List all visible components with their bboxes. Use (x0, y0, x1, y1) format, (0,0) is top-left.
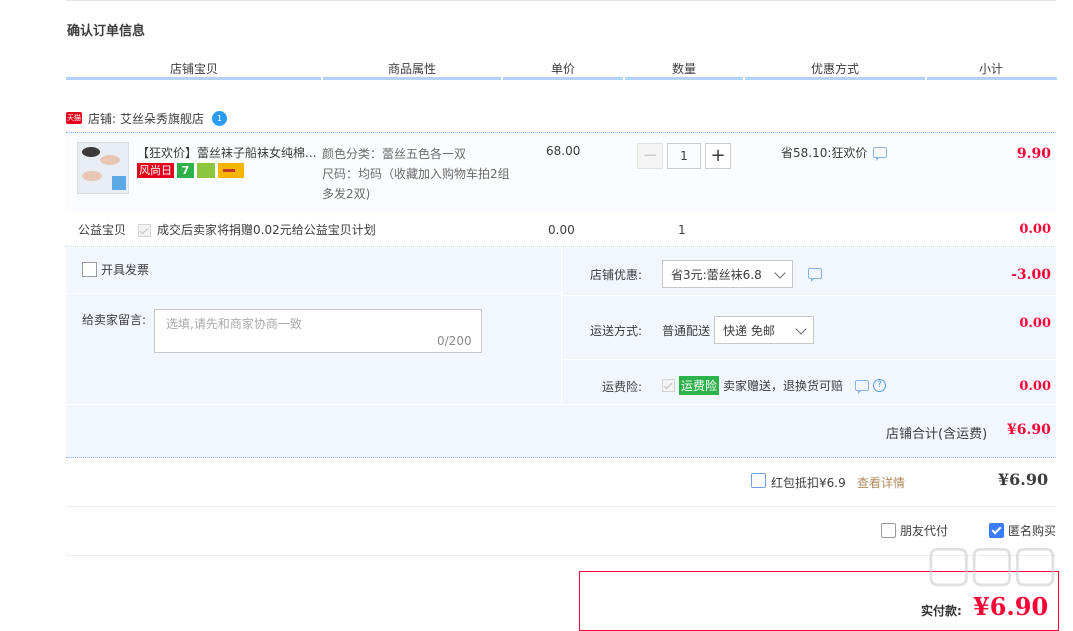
shipping-amount: 0.00 (1019, 316, 1051, 331)
fashion-day-badge: 风尚日 (137, 163, 174, 178)
message-char-count: 0/200 (437, 334, 472, 348)
divider (66, 293, 561, 294)
invoice-checkbox[interactable] (82, 262, 97, 277)
message-label: 给卖家留言: (82, 313, 147, 327)
charity-label: 公益宝贝 (78, 223, 127, 237)
seven-day-return-icon: 7 (177, 163, 194, 178)
shop-row: 天猫 店铺: 艾丝朵秀旗舰店 1 (66, 106, 228, 130)
insurance-label: 运费险: (601, 380, 642, 394)
insurance-option: 运费险 卖家赠送，退换货可赔 ? (662, 376, 887, 395)
column-bar (503, 77, 623, 80)
quantity-stepper: − 1 + (637, 143, 731, 169)
shipping-select[interactable]: 快递 免邮 (714, 316, 814, 344)
shipping-option: 快递 免邮 (723, 323, 775, 338)
page-title: 确认订单信息 (67, 24, 146, 39)
charity-description: 成交后卖家将捐赠0.02元给公益宝贝计划 (157, 223, 376, 237)
shop-discount-value: 省3元:蕾丝袜6.8 (671, 267, 762, 282)
column-bar (323, 77, 501, 80)
divider (562, 359, 1056, 360)
insurance-checkbox (662, 379, 675, 392)
shop-total-label: 店铺合计(含运费) (886, 427, 988, 442)
top-divider (66, 0, 1056, 1)
charity-checkbox (138, 223, 151, 237)
friend-pay-checkbox[interactable] (881, 523, 896, 538)
insurance-badge: 运费险 (679, 376, 720, 395)
quantity-plus-button[interactable]: + (705, 143, 731, 169)
quantity-minus-button[interactable]: − (637, 143, 663, 169)
payment-amount: ¥6.90 (973, 592, 1049, 621)
watermark-logo: ▢▢▢ (925, 534, 1059, 592)
divider (562, 295, 1056, 296)
guarantee-icon (197, 163, 215, 178)
chevron-down-icon (795, 323, 807, 335)
hongbao-checkbox[interactable] (751, 473, 766, 488)
shipping-method: 普通配送 (662, 324, 711, 338)
attr-color: 颜色分类：蕾丝五色各一双 (322, 147, 467, 161)
product-attributes: 颜色分类：蕾丝五色各一双 尺码：均码（收藏加入购物车拍2组多发2双) (322, 144, 512, 204)
tmall-icon: 天猫 (66, 112, 82, 124)
shop-discount-label: 店铺优惠: (589, 268, 642, 282)
charity-subtotal: 0.00 (1019, 222, 1051, 237)
divider (66, 506, 1056, 507)
promo-comment-icon[interactable] (873, 147, 888, 161)
promo-info: 省58.10:狂欢价 (781, 144, 888, 161)
charity-option: 成交后卖家将捐赠0.02元给公益宝贝计划 (138, 221, 376, 239)
insurance-comment-icon[interactable] (855, 380, 870, 394)
shop-discount-select[interactable]: 省3元:蕾丝袜6.8 (662, 260, 793, 288)
shipping-label: 运送方式: (589, 324, 642, 338)
attr-size: 尺码：均码（收藏加入购物车拍2组多发2双) (322, 167, 510, 201)
product-title-link[interactable]: 【狂欢价】蕾丝袜子船袜女纯棉... (137, 144, 319, 161)
shop-label: 店铺: (88, 111, 117, 126)
promo-text: 省58.10:狂欢价 (781, 146, 868, 160)
help-icon[interactable]: ? (873, 379, 887, 392)
insurance-description: 卖家赠送，退换货可赔 (723, 379, 844, 393)
shop-name-link[interactable]: 艾丝朵秀旗舰店 (120, 110, 204, 127)
invoice-option[interactable]: 开具发票 (82, 261, 149, 278)
wangwang-chat-icon[interactable]: 1 (212, 110, 228, 126)
message-placeholder: 选填,请先和商家协商一致 (166, 317, 302, 331)
charity-price: 0.00 (548, 223, 575, 237)
product-thumbnail[interactable] (77, 142, 129, 194)
shop-total-value: ¥6.90 (1007, 422, 1051, 438)
credit-card-icon (218, 163, 244, 178)
column-bar (745, 77, 925, 80)
divider (66, 246, 1056, 247)
view-details-link[interactable]: 查看详情 (857, 474, 905, 491)
charity-quantity: 1 (678, 223, 686, 237)
discount-comment-icon[interactable] (808, 268, 822, 282)
chevron-down-icon (774, 267, 786, 279)
product-tags: 风尚日 7 (137, 163, 244, 178)
order-total: ¥6.90 (998, 470, 1049, 489)
divider (66, 555, 1056, 556)
unit-price: 68.00 (546, 144, 581, 158)
column-bar (927, 77, 1057, 80)
hongbao-label: 红包抵扣¥6.9 (771, 476, 846, 490)
insurance-amount: 0.00 (1019, 379, 1051, 394)
column-bar (625, 77, 743, 80)
invoice-label: 开具发票 (101, 263, 150, 277)
column-bar (66, 77, 321, 80)
item-subtotal: 9.90 (1016, 146, 1051, 162)
payment-label: 实付款: (921, 604, 962, 618)
divider (561, 248, 562, 404)
shop-discount-amount: -3.00 (1011, 267, 1051, 283)
quantity-input[interactable]: 1 (667, 143, 701, 169)
